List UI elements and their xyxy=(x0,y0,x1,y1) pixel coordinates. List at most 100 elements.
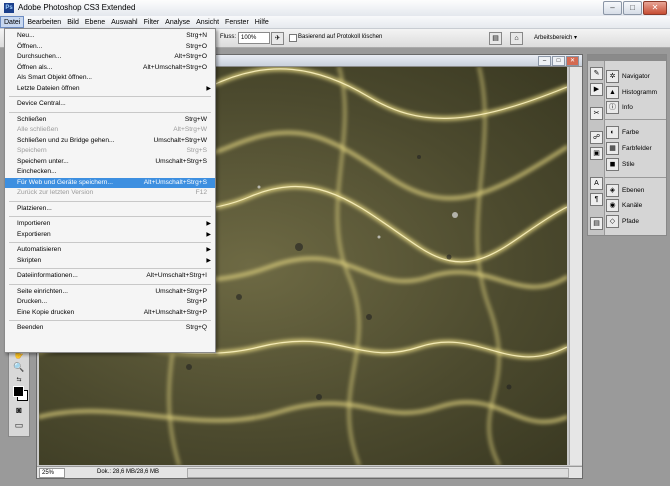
menu-item-label: Automatisieren xyxy=(17,246,61,253)
clone-source-icon[interactable]: ☍ xyxy=(590,131,603,144)
menu-item-label: Öffnen... xyxy=(17,42,43,50)
file-menu-item: Zurück zur letzten Version F12 xyxy=(5,188,215,198)
menu-separator xyxy=(9,268,211,269)
panel-farbe[interactable]: ◐ Farbe xyxy=(606,125,639,139)
minimize-button[interactable]: – xyxy=(603,1,622,15)
file-menu-item[interactable]: Speichern unter... Umschalt+Strg+S xyxy=(5,157,215,167)
zoom-tool-icon[interactable]: 🔍 xyxy=(12,361,26,373)
actions-panel-icon[interactable]: ▶ xyxy=(590,83,603,96)
menu-bearbeiten[interactable]: Bearbeiten xyxy=(24,16,64,28)
file-menu-item[interactable]: Seite einrichten... Umschalt+Strg+P xyxy=(5,287,215,297)
layer-comps-icon[interactable]: ▣ xyxy=(590,147,603,160)
menu-item-label: Als Smart Objekt öffnen... xyxy=(17,74,93,81)
screen-mode-icon[interactable]: ▭ xyxy=(12,419,26,431)
menu-item-shortcut: Alt+Umschalt+Strg+S xyxy=(143,178,207,186)
foreground-color-swatch[interactable] xyxy=(13,386,24,397)
file-menu-item[interactable]: Device Central... xyxy=(5,99,215,109)
vertical-scrollbar[interactable] xyxy=(569,67,582,465)
panel-label: Navigator xyxy=(622,72,650,80)
menu-item-shortcut: Strg+O xyxy=(185,42,207,50)
file-menu-item[interactable]: Neu... Strg+N xyxy=(5,31,215,41)
horizontal-scrollbar[interactable] xyxy=(187,468,569,478)
menu-separator xyxy=(9,111,211,113)
window-title: Adobe Photoshop CS3 Extended xyxy=(18,3,136,12)
panel-label: Info xyxy=(622,103,633,111)
brush-panel-icon[interactable]: ✎ xyxy=(590,67,603,80)
file-menu-item[interactable]: Dateiinformationen... Alt+Umschalt+Strg+I xyxy=(5,271,215,281)
tool-presets-icon[interactable]: ✂ xyxy=(590,107,603,120)
menu-hilfe[interactable]: Hilfe xyxy=(252,16,272,28)
file-menu-item[interactable]: Schließen und zu Bridge gehen... Umschalt… xyxy=(5,136,215,146)
menu-bild[interactable]: Bild xyxy=(64,16,82,28)
file-menu-item[interactable]: Einchecken... xyxy=(5,167,215,177)
info-icon: ⓘ xyxy=(606,100,619,114)
file-menu-item[interactable]: Skripten ▶ xyxy=(5,256,215,266)
file-menu-item[interactable]: Importieren ▶ xyxy=(5,219,215,229)
history-erase-checkbox[interactable] xyxy=(289,34,297,42)
menu-datei[interactable]: Datei xyxy=(0,16,25,28)
menu-fenster[interactable]: Fenster xyxy=(222,16,252,28)
file-menu-item[interactable]: Öffnen als... Alt+Umschalt+Strg+O xyxy=(5,63,215,73)
fluss-input[interactable]: 100% xyxy=(238,32,270,44)
panel-group-separator xyxy=(604,119,666,120)
file-menu-item[interactable]: Als Smart Objekt öffnen... xyxy=(5,73,215,83)
notes-panel-icon[interactable]: ▤ xyxy=(590,217,603,230)
file-menu-item[interactable]: Eine Kopie drucken Alt+Umschalt+Strg+P xyxy=(5,308,215,318)
airbrush-icon[interactable]: ✈ xyxy=(271,32,284,45)
menu-item-label: Exportieren xyxy=(17,230,51,238)
close-button[interactable]: ✕ xyxy=(643,1,667,15)
doc-close-button[interactable]: ✕ xyxy=(566,56,579,66)
bridge-icon[interactable]: ⌂ xyxy=(510,32,523,45)
file-menu-item[interactable]: Letzte Dateien öffnen ▶ xyxy=(5,84,215,94)
menu-ebene[interactable]: Ebene xyxy=(82,16,108,28)
file-menu-item[interactable]: Automatisieren ▶ xyxy=(5,245,215,255)
menu-item-label: Beenden xyxy=(17,324,44,331)
panel-stile[interactable]: ◼ Stile xyxy=(606,157,635,171)
panel-histogramm[interactable]: ▲ Histogramm xyxy=(606,85,657,99)
paragraph-panel-icon[interactable]: ¶ xyxy=(590,193,603,206)
swap-colors-icon[interactable]: ⇆ xyxy=(12,374,26,386)
status-bar: 25% Dok.: 28,6 MB/28,6 MB xyxy=(37,466,582,478)
panel-navigator[interactable]: ✲ Navigator xyxy=(606,69,650,83)
file-menu-item[interactable]: Drucken... Strg+P xyxy=(5,297,215,307)
file-menu-item[interactable]: Durchsuchen... Alt+Strg+O xyxy=(5,52,215,62)
file-menu-item[interactable]: Schließen Strg+W xyxy=(5,115,215,125)
toolbox: ✋ 🔍 ⇆ ◙ ▭ xyxy=(8,345,30,437)
menu-item-label: Seite einrichten... xyxy=(17,287,68,295)
menu-item-shortcut: F12 xyxy=(195,189,207,196)
file-menu-item[interactable]: Öffnen... Strg+O xyxy=(5,42,215,52)
menu-item-label: Neu... xyxy=(17,32,35,39)
menu-item-label: Schließen und zu Bridge gehen... xyxy=(17,136,115,144)
panel-kanäle[interactable]: ◉ Kanäle xyxy=(606,198,642,212)
menu-separator xyxy=(9,320,211,321)
menu-auswahl[interactable]: Auswahl xyxy=(108,16,140,28)
quick-mask-icon[interactable]: ◙ xyxy=(12,404,26,416)
menu-item-shortcut: Strg+N xyxy=(186,32,207,39)
zoom-field[interactable]: 25% xyxy=(39,468,65,478)
panel-pfade[interactable]: ◇ Pfade xyxy=(606,214,639,228)
document-size: Dok.: 28,6 MB/28,6 MB xyxy=(97,469,160,475)
file-menu-item[interactable]: Für Web und Geräte speichern... Alt+Umsch… xyxy=(5,177,215,188)
palette-well-icon[interactable]: ▤ xyxy=(489,32,502,45)
panel-label: Stile xyxy=(622,160,635,168)
maximize-button[interactable]: □ xyxy=(623,1,642,15)
panel-ebenen[interactable]: ◈ Ebenen xyxy=(606,183,644,197)
menu-ansicht[interactable]: Ansicht xyxy=(193,16,222,28)
workspace-menu[interactable]: Arbeitsbereich ▾ xyxy=(534,34,577,41)
menu-separator xyxy=(9,200,211,202)
panel-info[interactable]: ⓘ Info xyxy=(606,100,633,114)
panel-farbfelder[interactable]: ▦ Farbfelder xyxy=(606,141,652,155)
menu-separator xyxy=(9,216,211,217)
file-menu-item[interactable]: Beenden Strg+Q xyxy=(5,323,215,333)
styles-icon: ◼ xyxy=(606,157,619,171)
navigator-icon: ✲ xyxy=(606,69,619,83)
menu-analyse[interactable]: Analyse xyxy=(162,16,193,28)
menu-item-shortcut: Alt+Strg+W xyxy=(173,126,207,133)
file-menu-item[interactable]: Platzieren... xyxy=(5,204,215,214)
menu-filter[interactable]: Filter xyxy=(141,16,163,28)
doc-minimize-button[interactable]: – xyxy=(538,56,551,66)
file-menu-item[interactable]: Exportieren ▶ xyxy=(5,230,215,240)
character-panel-icon[interactable]: A xyxy=(590,177,603,190)
doc-maximize-button[interactable]: □ xyxy=(552,56,565,66)
menu-item-label: Öffnen als... xyxy=(17,63,53,71)
